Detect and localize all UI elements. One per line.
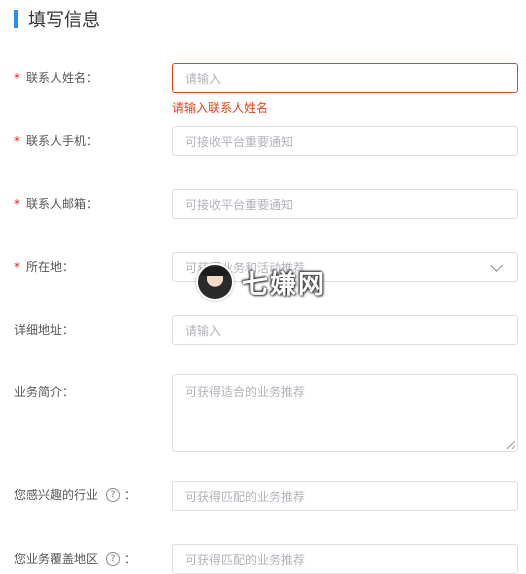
coverage-placeholder: 可获得匹配的业务推荐 bbox=[185, 552, 306, 567]
location-label-text: 所在地： bbox=[26, 260, 75, 274]
required-asterisk: * bbox=[14, 260, 20, 274]
contact-phone-label: * 联系人手机： bbox=[14, 131, 98, 151]
industry-label-colon: ： bbox=[124, 488, 137, 502]
intro-label: 业务简介： bbox=[14, 382, 74, 402]
intro-label-text: 业务简介： bbox=[14, 385, 75, 399]
intro-placeholder: 可获得适合的业务推荐 bbox=[185, 385, 306, 399]
industry-label-text: 您感兴趣的行业 bbox=[14, 488, 99, 502]
coverage-label: 您业务覆盖地区 ? ： bbox=[14, 549, 136, 569]
section-title: 填写信息 bbox=[28, 10, 100, 31]
coverage-label-colon: ： bbox=[124, 552, 137, 566]
required-asterisk: * bbox=[14, 197, 20, 211]
contact-name-label: * 联系人姓名： bbox=[14, 68, 98, 88]
intro-textarea[interactable]: 可获得适合的业务推荐 bbox=[172, 374, 518, 452]
contact-email-placeholder: 可接收平台重要通知 bbox=[185, 197, 294, 212]
industry-input[interactable]: 可获得匹配的业务推荐 bbox=[172, 481, 518, 511]
industry-label: 您感兴趣的行业 ? ： bbox=[14, 485, 136, 505]
address-label-text: 详细地址： bbox=[14, 323, 75, 337]
contact-name-input[interactable]: 请输入 bbox=[172, 63, 518, 93]
contact-phone-label-text: 联系人手机： bbox=[26, 134, 99, 148]
contact-email-input[interactable]: 可接收平台重要通知 bbox=[172, 189, 518, 219]
location-select[interactable]: 可获得业务和活动推荐 bbox=[172, 252, 518, 282]
address-placeholder: 请输入 bbox=[185, 323, 222, 338]
section-accent-bar bbox=[14, 10, 18, 28]
contact-name-error: 请输入联系人姓名 bbox=[172, 101, 269, 115]
section-header: 填写信息 bbox=[14, 8, 100, 31]
question-circle-icon[interactable]: ? bbox=[106, 488, 121, 502]
address-input[interactable]: 请输入 bbox=[172, 315, 518, 345]
contact-email-label: * 联系人邮箱： bbox=[14, 194, 98, 214]
contact-email-label-text: 联系人邮箱： bbox=[26, 197, 99, 211]
address-label: 详细地址： bbox=[14, 320, 74, 340]
required-asterisk: * bbox=[14, 134, 20, 148]
chevron-down-icon[interactable] bbox=[490, 258, 503, 272]
contact-phone-placeholder: 可接收平台重要通知 bbox=[185, 134, 294, 149]
coverage-input[interactable]: 可获得匹配的业务推荐 bbox=[172, 544, 518, 574]
contact-name-label-text: 联系人姓名： bbox=[26, 71, 99, 85]
resize-handle-icon[interactable] bbox=[507, 441, 515, 449]
contact-name-placeholder: 请输入 bbox=[185, 71, 222, 86]
contact-phone-input[interactable]: 可接收平台重要通知 bbox=[172, 126, 518, 156]
location-label: * 所在地： bbox=[14, 257, 74, 277]
location-placeholder: 可获得业务和活动推荐 bbox=[185, 260, 306, 275]
required-asterisk: * bbox=[14, 71, 20, 85]
industry-placeholder: 可获得匹配的业务推荐 bbox=[185, 489, 306, 504]
coverage-label-text: 您业务覆盖地区 bbox=[14, 552, 99, 566]
